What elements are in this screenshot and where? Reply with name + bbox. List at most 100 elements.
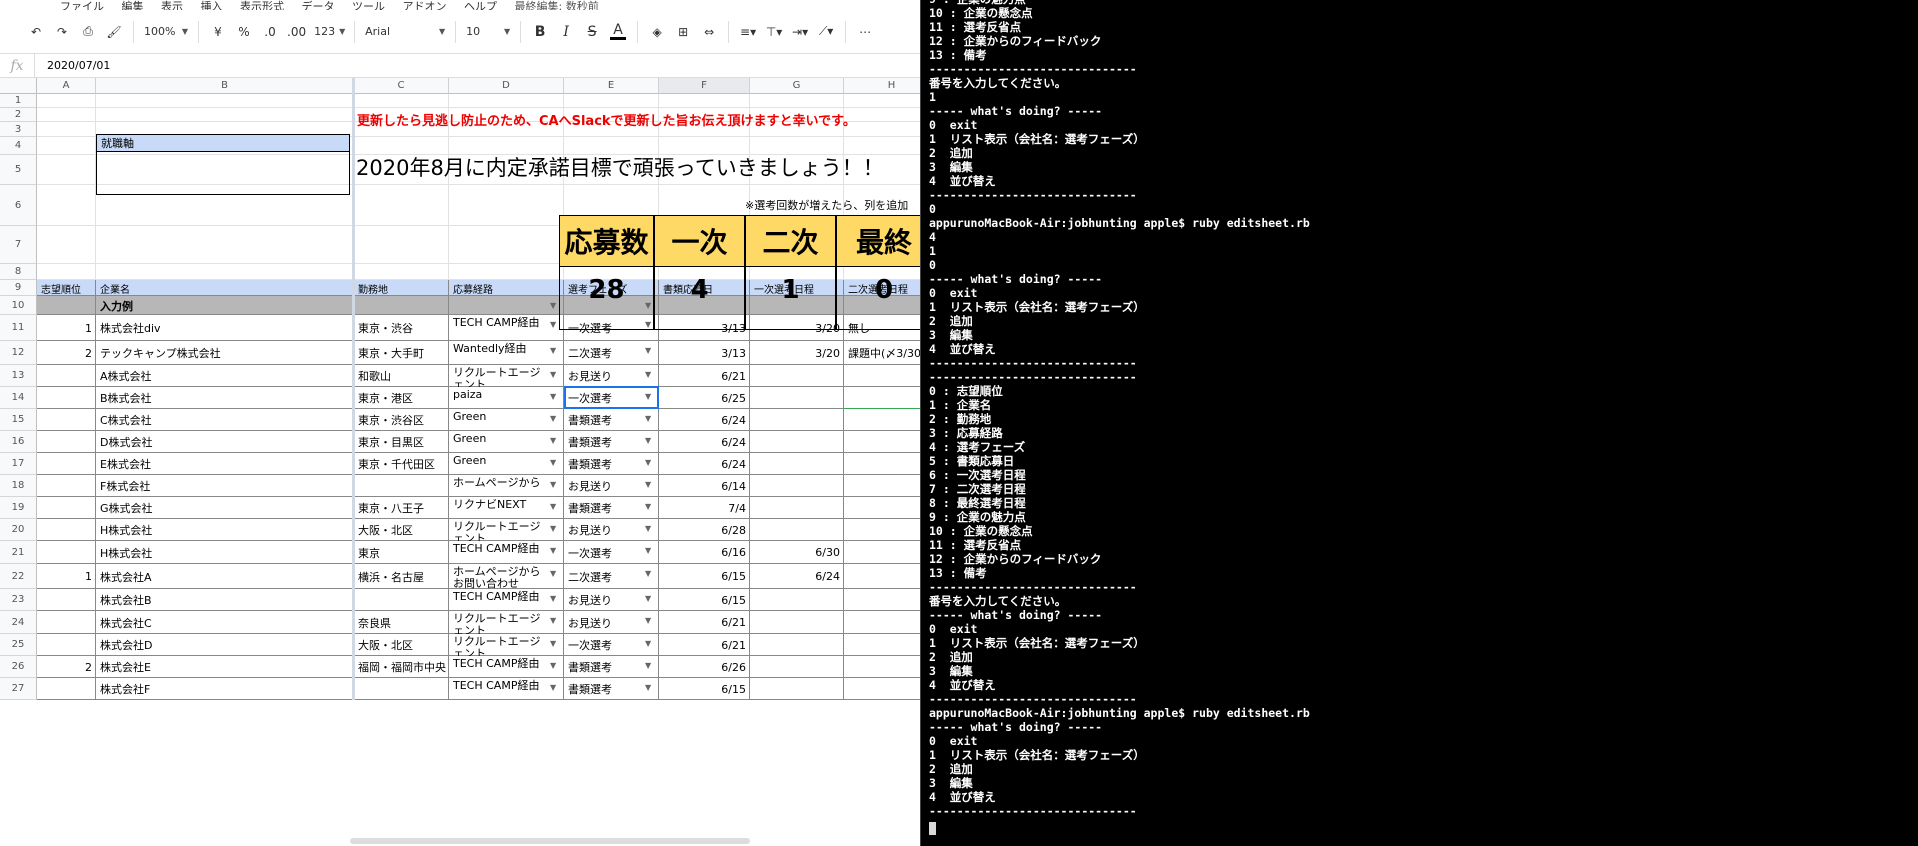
cell-route-row12[interactable]: Wantedly経由: [449, 341, 548, 365]
row-header-24[interactable]: 24: [0, 611, 37, 634]
cell-applied-row18[interactable]: 6/14: [659, 475, 750, 497]
cell-rank-row27[interactable]: [37, 678, 96, 700]
cell-route-row18[interactable]: ホームページから: [449, 475, 548, 497]
cell-phase-row19[interactable]: 書類選考: [564, 497, 643, 519]
row-header-8[interactable]: 8: [0, 264, 37, 280]
cell-company-row13[interactable]: A株式会社: [96, 365, 354, 387]
cell-applied-row22[interactable]: 6/15: [659, 564, 750, 589]
more-options-button[interactable]: ⋯: [853, 19, 877, 45]
cell-second-row27[interactable]: [844, 678, 920, 700]
cell-rank-row19[interactable]: [37, 497, 96, 519]
cell-second-row14[interactable]: [844, 387, 920, 409]
cell-location-row22[interactable]: 横浜・名古屋: [354, 564, 449, 589]
cell-first-row24[interactable]: [750, 611, 844, 634]
cell-company-row15[interactable]: C株式会社: [96, 409, 354, 431]
font-select[interactable]: Arial ▼: [362, 19, 448, 45]
cell-applied-row26[interactable]: 6/26: [659, 656, 750, 678]
cell-first-row16[interactable]: [750, 431, 844, 453]
cell-company-row14[interactable]: B株式会社: [96, 387, 354, 409]
row-header-5[interactable]: 5: [0, 155, 37, 185]
table-header-1[interactable]: 志望順位: [37, 280, 96, 296]
cell-rank-row14[interactable]: [37, 387, 96, 409]
dropdown-arrow-icon[interactable]: ▼: [645, 436, 651, 445]
dropdown-arrow-icon[interactable]: ▼: [550, 301, 556, 310]
cell-location-row19[interactable]: 東京・八王子: [354, 497, 449, 519]
dropdown-arrow-icon[interactable]: ▼: [645, 546, 651, 555]
menu-tools[interactable]: ツール: [352, 0, 385, 10]
cell-rank-row22[interactable]: 1: [37, 564, 96, 589]
cell-rank-row15[interactable]: [37, 409, 96, 431]
cell-phase-row26[interactable]: 書類選考: [564, 656, 643, 678]
font-size-select[interactable]: 10 ▼: [463, 19, 513, 45]
cell-second-row19[interactable]: [844, 497, 920, 519]
dropdown-arrow-icon[interactable]: ▼: [550, 370, 556, 379]
cell-rank-row16[interactable]: [37, 431, 96, 453]
row-header-6[interactable]: 6: [0, 185, 37, 226]
cell-route-row21[interactable]: TECH CAMP経由: [449, 541, 548, 564]
terminal-window[interactable]: 9 : 企業の魅力点10 : 企業の懸念点11 : 選考反省点12 : 企業から…: [920, 0, 1918, 846]
cell-phase-row21[interactable]: 一次選考: [564, 541, 643, 564]
cell-phase-row23[interactable]: お見送り: [564, 589, 643, 611]
fill-color-icon[interactable]: ◈: [645, 19, 669, 45]
cell-company-row16[interactable]: D株式会社: [96, 431, 354, 453]
cell-first-row25[interactable]: [750, 634, 844, 656]
cell-company-row26[interactable]: 株式会社E: [96, 656, 354, 678]
row-header-18[interactable]: 18: [0, 475, 37, 497]
table-header-4[interactable]: 応募経路: [449, 280, 564, 296]
dropdown-arrow-icon[interactable]: ▼: [645, 683, 651, 692]
dropdown-arrow-icon[interactable]: ▼: [550, 414, 556, 423]
column-header-a[interactable]: A: [37, 78, 96, 94]
vertical-align-icon[interactable]: ⊤▾: [762, 19, 786, 45]
cell-second-row23[interactable]: [844, 589, 920, 611]
row-header-11[interactable]: 11: [0, 315, 37, 341]
cell-rank-row13[interactable]: [37, 365, 96, 387]
cell-first-row14[interactable]: [750, 387, 844, 409]
dropdown-arrow-icon[interactable]: ▼: [645, 524, 651, 533]
menu-insert[interactable]: 挿入: [201, 0, 223, 10]
number-format-select[interactable]: 123 ▼: [311, 19, 347, 45]
dropdown-arrow-icon[interactable]: ▼: [550, 346, 556, 355]
dropdown-arrow-icon[interactable]: ▼: [550, 661, 556, 670]
cell-route-row22[interactable]: ホームページからお問い合わせ: [449, 564, 548, 590]
cell-location-row14[interactable]: 東京・港区: [354, 387, 449, 409]
cell-company-row27[interactable]: 株式会社F: [96, 678, 354, 700]
cell-route-row17[interactable]: Green: [449, 453, 548, 475]
cell-applied-row27[interactable]: 6/15: [659, 678, 750, 700]
cell-second-row24[interactable]: [844, 611, 920, 634]
menu-data[interactable]: データ: [302, 0, 335, 10]
row-header-10[interactable]: 10: [0, 296, 37, 315]
cell-first-row20[interactable]: [750, 519, 844, 541]
cell-location-row12[interactable]: 東京・大手町: [354, 341, 449, 365]
cell-grid[interactable]: A B C D E F G H 1 2 3 4 5 6 7 8 9 10 11 12 13 14 15 16 17 18 19 20 2…: [0, 78, 920, 846]
cell-applied-row20[interactable]: 6/28: [659, 519, 750, 541]
cell-location-row16[interactable]: 東京・目黒区: [354, 431, 449, 453]
cell-phase-row27[interactable]: 書類選考: [564, 678, 643, 700]
cell-route-row24[interactable]: リクルートエージェント: [449, 611, 548, 635]
cell-second-row20[interactable]: [844, 519, 920, 541]
cell-phase-row13[interactable]: お見送り: [564, 365, 643, 387]
cell-applied-row16[interactable]: 6/24: [659, 431, 750, 453]
zoom-select[interactable]: 100% ▼: [141, 19, 191, 45]
dropdown-arrow-icon[interactable]: ▼: [550, 458, 556, 467]
row-header-9[interactable]: 9: [0, 280, 37, 296]
cell-applied-row17[interactable]: 6/24: [659, 453, 750, 475]
cell-second-row18[interactable]: [844, 475, 920, 497]
cell-route-row25[interactable]: リクルートエージェント: [449, 634, 548, 657]
cell-first-row21[interactable]: 6/30: [750, 541, 844, 564]
cell-first-row13[interactable]: [750, 365, 844, 387]
cell-second-row26[interactable]: [844, 656, 920, 678]
text-wrap-icon[interactable]: ⇥▾: [788, 19, 812, 45]
cell-second-row22[interactable]: [844, 564, 920, 589]
menu-file[interactable]: ファイル: [60, 0, 104, 10]
dropdown-arrow-icon[interactable]: ▼: [550, 546, 556, 555]
dropdown-arrow-icon[interactable]: ▼: [550, 639, 556, 648]
borders-icon[interactable]: ⊞: [671, 19, 695, 45]
cell-phase-row16[interactable]: 書類選考: [564, 431, 643, 453]
undo-icon[interactable]: ↶: [24, 19, 48, 45]
cell-applied-row23[interactable]: 6/15: [659, 589, 750, 611]
dropdown-arrow-icon[interactable]: ▼: [645, 370, 651, 379]
cell-first-row22[interactable]: 6/24: [750, 564, 844, 589]
cell-company-row20[interactable]: H株式会社: [96, 519, 354, 541]
menu-help[interactable]: ヘルプ: [464, 0, 497, 10]
currency-button[interactable]: ¥: [206, 19, 230, 45]
